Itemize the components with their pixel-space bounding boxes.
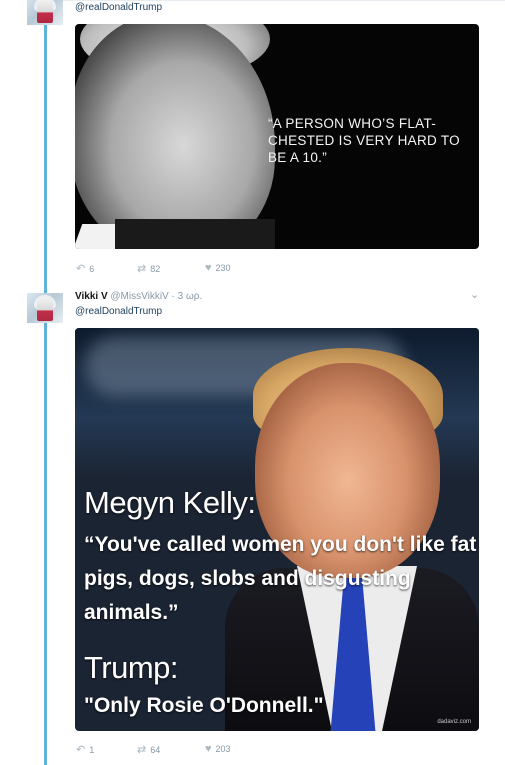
image-speaker-label: Trump: [84,650,179,685]
replying-to-link[interactable]: @realDonaldTrump [75,2,162,13]
reply-button[interactable]: ↶ 6 [76,262,94,275]
image-quote-text: “A PERSON WHO’S FLAT-CHESTED IS VERY HAR… [268,116,460,165]
timestamp[interactable]: · 3 ωρ. [172,291,203,302]
replying-to-link[interactable]: @realDonaldTrump [75,306,162,317]
retweet-icon: ⇄ [137,263,147,275]
tweet-actions: ↶ 6 ⇄ 82 ♥ 230 [76,262,276,275]
heart-icon: ♥ [205,743,212,755]
user-name[interactable]: Vikki V [75,291,108,302]
like-button[interactable]: ♥ 203 [205,743,231,755]
thread-connector-line [44,24,47,765]
avatar[interactable] [27,293,63,323]
like-button[interactable]: ♥ 230 [205,262,231,274]
reply-icon: ↶ [76,744,86,756]
heart-icon: ♥ [205,262,212,274]
retweet-button[interactable]: ⇄ 64 [137,743,160,756]
tweet-photo[interactable]: Megyn Kelly: “You've called women you do… [75,328,479,731]
tweet-photo[interactable]: “A PERSON WHO’S FLAT-CHESTED IS VERY HAR… [75,24,479,249]
top-divider [60,0,505,1]
chevron-down-icon[interactable]: ⌄ [470,288,479,301]
image-speaker-label: Megyn Kelly: [84,485,256,520]
image-quote-text: “You've called women you don't like fat … [84,533,477,624]
image-watermark: dadaviz.com [437,719,471,725]
retweet-icon: ⇄ [137,744,147,756]
reply-button[interactable]: ↶ 1 [76,743,94,756]
tweet-header: Vikki V @MissVikkiV · 3 ωρ. [75,291,202,302]
avatar[interactable] [27,0,63,25]
reply-icon: ↶ [76,263,86,275]
image-quote-text: "Only Rosie O'Donnell." [84,694,324,717]
retweet-button[interactable]: ⇄ 82 [137,262,160,275]
tweet-actions: ↶ 1 ⇄ 64 ♥ 203 [76,743,276,756]
user-handle[interactable]: @MissVikkiV [110,291,168,302]
